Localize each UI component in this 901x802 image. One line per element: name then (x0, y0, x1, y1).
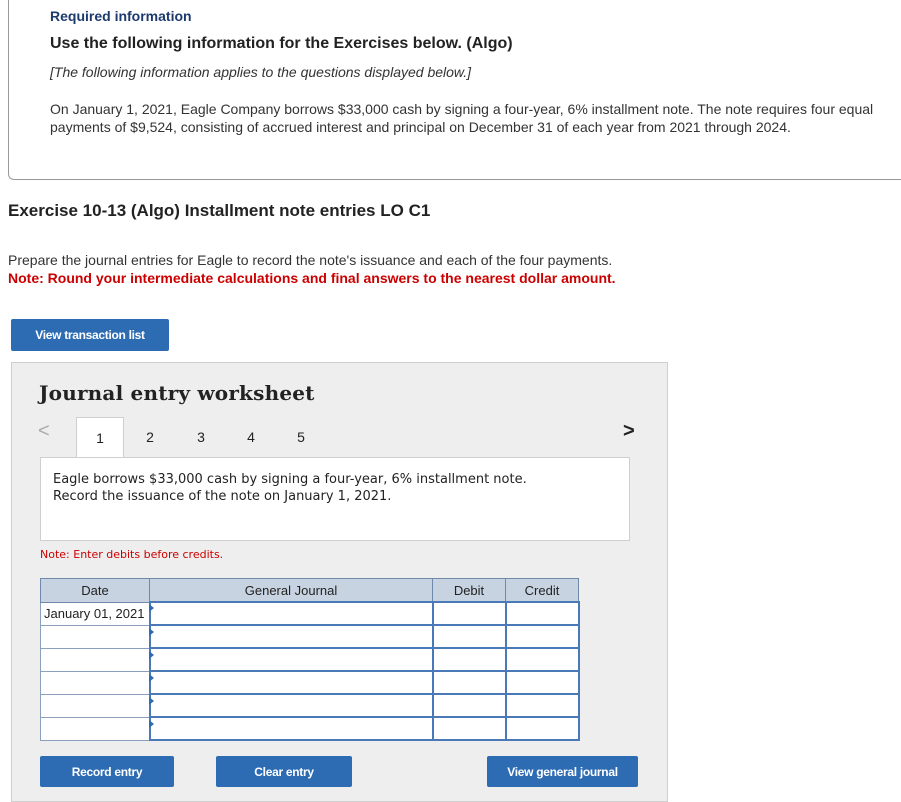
view-general-journal-button[interactable]: View general journal (487, 756, 638, 787)
credit-input[interactable] (504, 601, 580, 626)
account-select[interactable] (148, 647, 434, 672)
tab-4[interactable]: 4 (227, 417, 275, 457)
required-info-panel (8, 0, 901, 180)
tab-3[interactable]: 3 (177, 417, 225, 457)
table-row: January 01, 2021 (40, 601, 580, 626)
debits-note: Note: Enter debits before credits. (40, 548, 224, 561)
chevron-right-icon[interactable]: > (623, 420, 635, 443)
instructions-text: Prepare the journal entries for Eagle to… (8, 252, 613, 268)
credit-input[interactable] (504, 624, 580, 649)
credit-input[interactable] (504, 716, 580, 741)
caret-icon (149, 674, 154, 682)
credit-input[interactable] (504, 693, 580, 718)
use-info-heading: Use the following information for the Ex… (50, 35, 513, 52)
date-cell (40, 647, 150, 672)
column-header-general-journal: General Journal (149, 578, 433, 603)
debit-input[interactable] (431, 624, 507, 649)
debit-input[interactable] (431, 693, 507, 718)
tab-5[interactable]: 5 (277, 417, 325, 457)
debit-input[interactable] (431, 647, 507, 672)
debit-input[interactable] (431, 601, 507, 626)
record-entry-button[interactable]: Record entry (40, 756, 174, 787)
table-row (40, 716, 580, 741)
exercise-title: Exercise 10-13 (Algo) Installment note e… (8, 201, 431, 220)
account-select[interactable] (148, 601, 434, 626)
problem-paragraph: On January 1, 2021, Eagle Company borrow… (50, 101, 874, 135)
date-cell (40, 624, 150, 649)
caret-icon (149, 651, 154, 659)
clear-entry-button[interactable]: Clear entry (216, 756, 352, 787)
caret-icon (149, 628, 154, 636)
column-header-debit: Debit (432, 578, 506, 603)
column-header-credit: Credit (505, 578, 579, 603)
table-header-row: Date General Journal Debit Credit (40, 578, 579, 603)
column-header-date: Date (40, 578, 150, 603)
credit-input[interactable] (504, 647, 580, 672)
account-select[interactable] (148, 670, 434, 695)
worksheet-title: Journal entry worksheet (39, 381, 315, 405)
journal-table: Date General Journal Debit Credit Januar… (40, 578, 580, 741)
entry-description: Eagle borrows $33,000 cash by signing a … (53, 471, 527, 505)
caret-icon (149, 720, 154, 728)
applies-note: [The following information applies to th… (50, 64, 472, 80)
table-row (40, 693, 580, 718)
account-select[interactable] (148, 624, 434, 649)
caret-icon (149, 697, 154, 705)
table-row (40, 670, 580, 695)
table-row (40, 624, 580, 649)
description-line-2: Record the issuance of the note on Janua… (53, 489, 392, 504)
required-info-label: Required information (50, 8, 192, 24)
date-cell (40, 716, 150, 741)
caret-icon (149, 604, 154, 612)
tab-1[interactable]: 1 (76, 417, 124, 457)
date-cell: January 01, 2021 (40, 601, 150, 626)
date-cell (40, 693, 150, 718)
debit-input[interactable] (431, 716, 507, 741)
account-select[interactable] (148, 693, 434, 718)
credit-input[interactable] (504, 670, 580, 695)
debit-input[interactable] (431, 670, 507, 695)
rounding-note: Note: Round your intermediate calculatio… (8, 270, 616, 286)
date-cell (40, 670, 150, 695)
chevron-left-icon[interactable]: < (38, 420, 50, 443)
view-transaction-list-button[interactable]: View transaction list (11, 319, 169, 351)
table-row (40, 647, 580, 672)
tab-2[interactable]: 2 (126, 417, 174, 457)
description-line-1: Eagle borrows $33,000 cash by signing a … (53, 472, 527, 487)
account-select[interactable] (148, 716, 434, 741)
